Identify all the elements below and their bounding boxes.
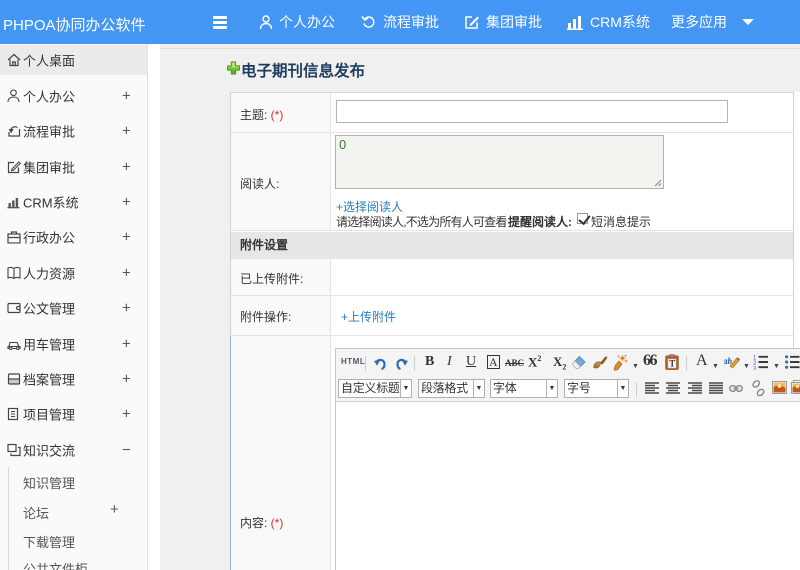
svg-text:T: T [669, 359, 675, 369]
svg-text:3: 3 [753, 366, 757, 370]
